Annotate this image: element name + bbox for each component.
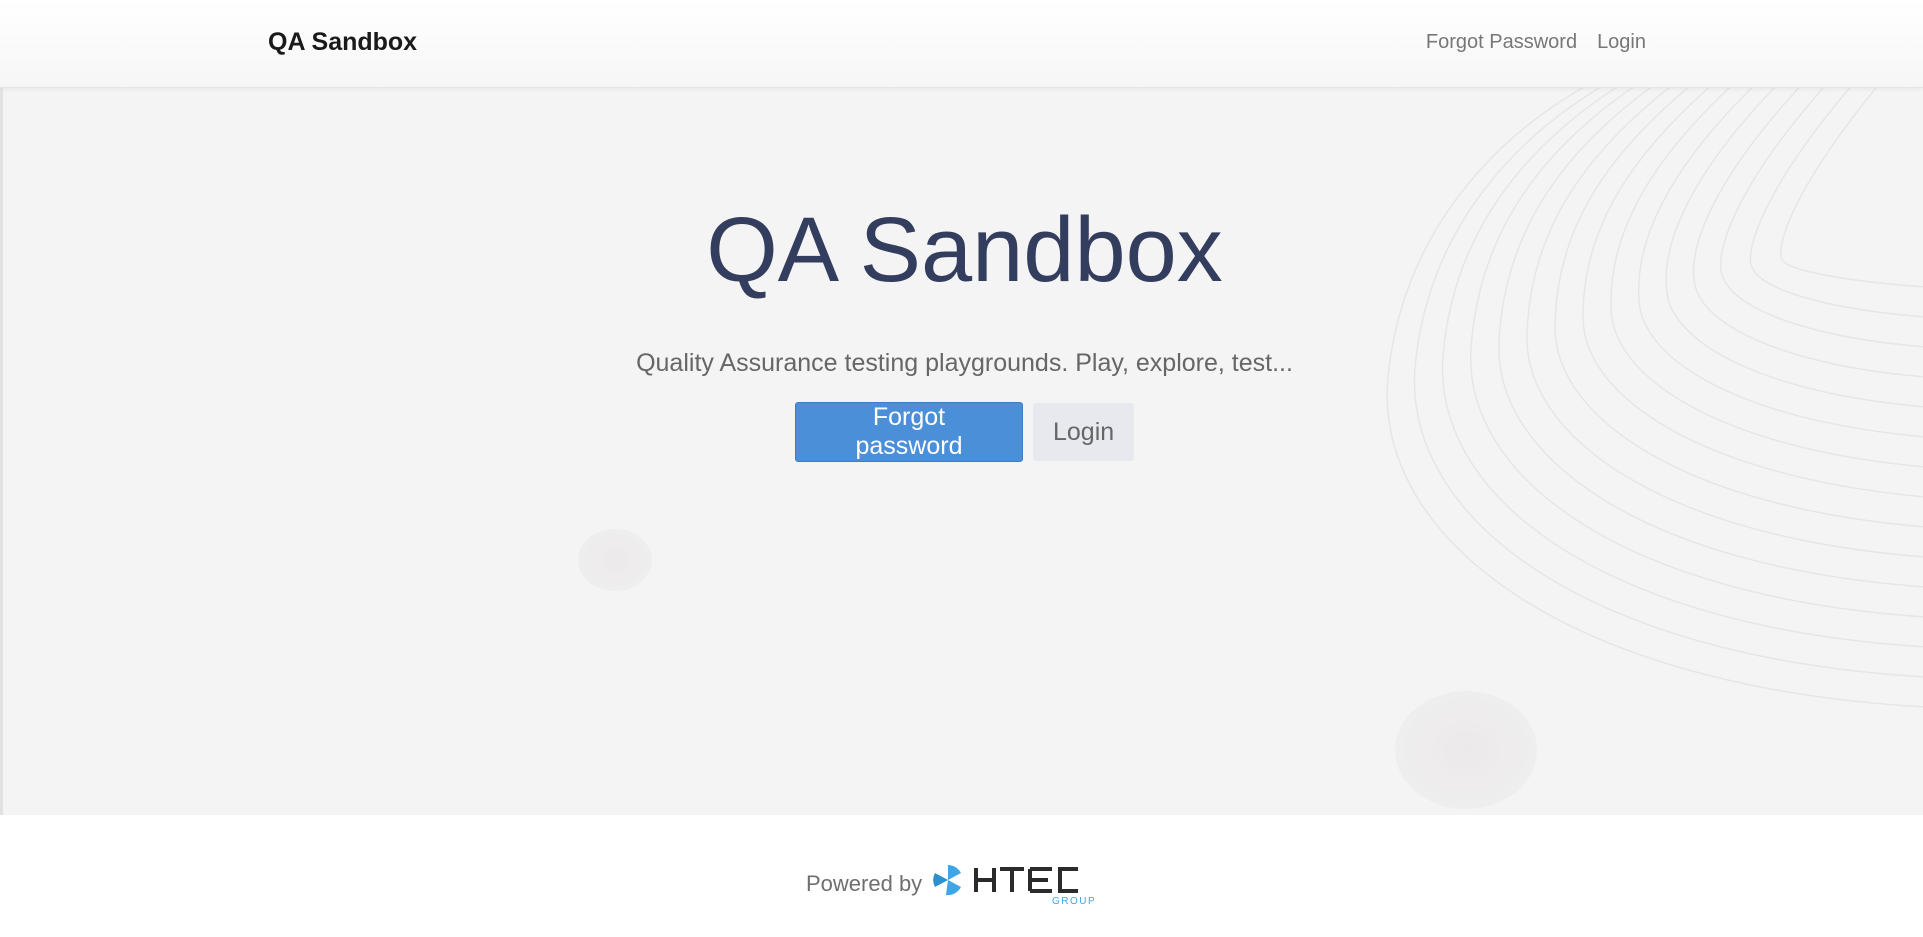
hero-title: QA Sandbox bbox=[706, 199, 1223, 301]
top-navbar: QA Sandbox Forgot Password Login bbox=[0, 0, 1923, 88]
powered-by: Powered by GROUP bbox=[806, 862, 1110, 906]
htec-group-logo[interactable]: GROUP bbox=[932, 862, 1110, 906]
nav-links: Forgot Password Login bbox=[1426, 31, 1646, 54]
nav-login-link[interactable]: Login bbox=[1597, 31, 1646, 54]
powered-by-text: Powered by bbox=[806, 871, 923, 896]
forgot-password-button[interactable]: Forgot password bbox=[795, 402, 1023, 462]
htec-group-subtext: GROUP bbox=[1052, 896, 1096, 906]
decorative-blob-large bbox=[1395, 691, 1537, 809]
hero-section: QA Sandbox Quality Assurance testing pla… bbox=[0, 87, 1923, 815]
decorative-blob-small bbox=[578, 529, 652, 591]
brand-link[interactable]: QA Sandbox bbox=[268, 28, 417, 57]
login-button[interactable]: Login bbox=[1033, 403, 1134, 461]
hero-subtitle: Quality Assurance testing playgrounds. P… bbox=[636, 349, 1293, 377]
nav-forgot-password-link[interactable]: Forgot Password bbox=[1426, 31, 1577, 54]
hero-buttons: Forgot password Login bbox=[3, 402, 1923, 462]
footer: Powered by GROUP bbox=[0, 815, 1923, 937]
